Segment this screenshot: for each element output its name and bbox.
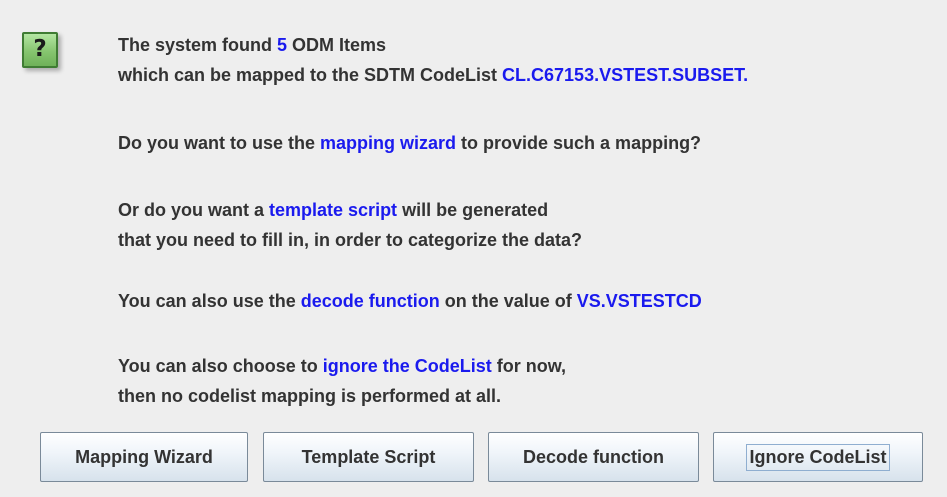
message-line-codelist: which can be mapped to the SDTM CodeList… [118, 65, 749, 85]
message-line-template: Or do you want a template script will be… [118, 200, 549, 220]
ignore-codelist-highlight: ignore the CodeList [322, 356, 492, 376]
decode-function-highlight: decode function [300, 291, 440, 311]
variable-name: VS.VSTESTCD [576, 291, 702, 311]
template-script-highlight: template script [269, 200, 398, 220]
message-line-items-found: The system found 5 ODM Items [118, 35, 387, 55]
ignore-codelist-button[interactable]: Ignore CodeList [713, 432, 923, 482]
mapping-wizard-button[interactable]: Mapping Wizard [40, 432, 248, 482]
question-icon: ? [22, 32, 58, 68]
template-script-button[interactable]: Template Script [263, 432, 474, 482]
message-line-fill-in: that you need to fill in, in order to ca… [118, 230, 583, 250]
codelist-mapping-dialog: ? The system found 5 ODM Items which can… [0, 0, 947, 497]
decode-function-button[interactable]: Decode function [488, 432, 699, 482]
message-line-decode: You can also use the decode function on … [118, 291, 702, 311]
message-line-ignore: You can also choose to ignore the CodeLi… [118, 356, 567, 376]
item-count: 5 [277, 35, 288, 55]
mapping-wizard-highlight: mapping wizard [320, 133, 457, 153]
question-mark-glyph: ? [33, 36, 47, 62]
message-line-wizard: Do you want to use the mapping wizard to… [118, 133, 702, 153]
codelist-name: CL.C67153.VSTEST.SUBSET [502, 65, 744, 85]
message-line-no-mapping: then no codelist mapping is performed at… [118, 386, 502, 406]
